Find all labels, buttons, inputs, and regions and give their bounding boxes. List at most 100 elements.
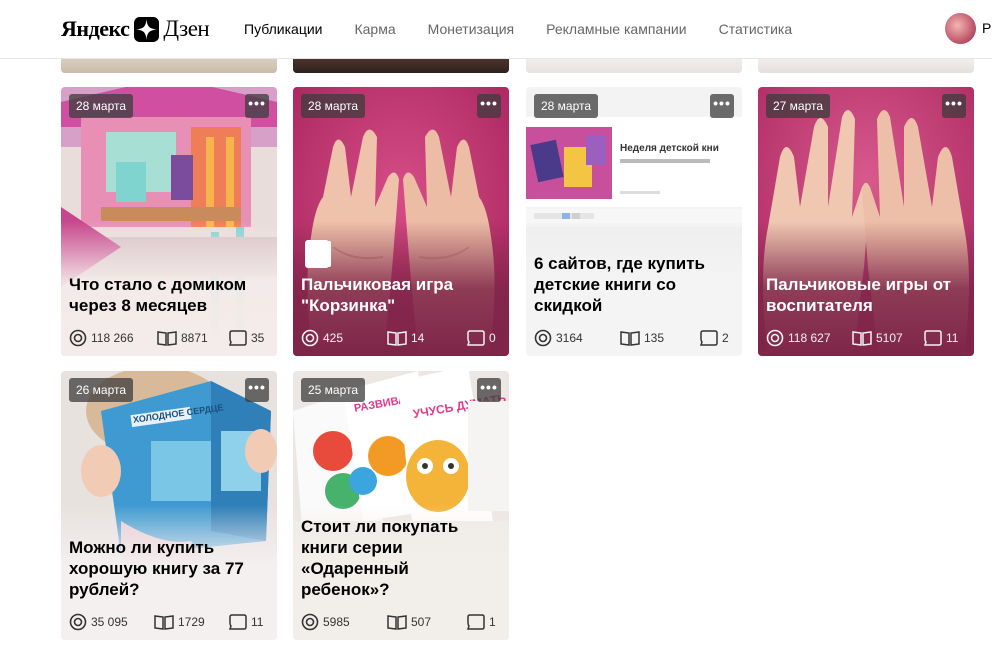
partial-card[interactable] bbox=[293, 59, 509, 73]
publish-date-badge: 25 марта bbox=[301, 378, 366, 402]
reads-count: 14 bbox=[411, 331, 425, 345]
reads-stat: 1729 bbox=[154, 614, 205, 630]
views-count: 3164 bbox=[556, 331, 583, 345]
publish-date-badge: 26 марта bbox=[69, 378, 134, 402]
card-stats: 118 627 5107 11 bbox=[766, 329, 966, 347]
card-stats: 425 14 0 bbox=[301, 329, 501, 347]
views-stat: 425 bbox=[301, 329, 343, 347]
book-icon bbox=[620, 331, 640, 346]
views-count: 35 095 bbox=[91, 615, 128, 629]
reads-stat: 8871 bbox=[157, 330, 208, 346]
reads-count: 135 bbox=[644, 331, 665, 345]
document-icon bbox=[305, 240, 329, 268]
publication-card[interactable]: Неделя детской кни 28 марта ••• 6 сайтов… bbox=[526, 87, 742, 356]
comment-icon bbox=[924, 330, 942, 346]
card-title[interactable]: Стоит ли покупать книги серии «Одаренный… bbox=[301, 516, 501, 600]
reads-stat: 507 bbox=[387, 614, 431, 630]
card-title[interactable]: Можно ли купить хорошую книгу за 77 рубл… bbox=[69, 537, 269, 600]
comments-stat: 11 bbox=[924, 330, 958, 346]
card-stats: 3164 135 2 bbox=[534, 329, 734, 347]
reads-count: 1729 bbox=[178, 615, 205, 629]
reads-stat: 135 bbox=[620, 330, 664, 346]
comment-icon bbox=[700, 330, 718, 346]
book-icon bbox=[387, 331, 407, 346]
more-menu-button[interactable]: ••• bbox=[942, 94, 966, 118]
views-icon bbox=[301, 329, 319, 347]
comment-icon bbox=[467, 614, 485, 630]
reads-stat: 5107 bbox=[852, 330, 903, 346]
reads-count: 8871 bbox=[181, 331, 208, 345]
publish-date-badge: 28 марта bbox=[301, 94, 366, 118]
card-title[interactable]: Пальчиковые игры от воспитателя bbox=[766, 274, 966, 316]
views-count: 118 266 bbox=[91, 331, 134, 345]
nav-karma[interactable]: Карма bbox=[354, 21, 395, 37]
card-title[interactable]: Пальчиковая игра "Корзинка" bbox=[301, 274, 501, 316]
comments-count: 0 bbox=[489, 331, 496, 345]
views-count: 425 bbox=[323, 331, 344, 345]
views-icon bbox=[534, 329, 552, 347]
zen-logo-icon bbox=[134, 16, 160, 42]
book-icon bbox=[154, 615, 174, 630]
views-stat: 118 266 bbox=[69, 329, 134, 347]
more-menu-button[interactable]: ••• bbox=[477, 94, 501, 118]
more-menu-button[interactable]: ••• bbox=[245, 378, 269, 402]
partial-card[interactable] bbox=[526, 59, 742, 73]
views-icon bbox=[69, 329, 87, 347]
publication-card[interactable]: 28 марта ••• Что стало с домиком через 8… bbox=[61, 87, 277, 356]
more-menu-button[interactable]: ••• bbox=[245, 94, 269, 118]
comments-stat: 0 bbox=[467, 330, 496, 346]
comments-count: 35 bbox=[251, 331, 265, 345]
card-title[interactable]: 6 сайтов, где купить детские книги со ск… bbox=[534, 253, 734, 316]
comments-count: 1 bbox=[489, 615, 496, 629]
views-stat: 35 095 bbox=[69, 613, 128, 631]
page: Яндекс Дзен Публикации Карма Монетизация… bbox=[0, 0, 992, 659]
reads-count: 507 bbox=[411, 615, 432, 629]
comments-stat: 35 bbox=[229, 330, 264, 346]
comments-stat: 11 bbox=[229, 614, 263, 630]
comment-icon bbox=[229, 614, 247, 630]
comment-icon bbox=[467, 330, 485, 346]
partial-card[interactable] bbox=[758, 59, 974, 73]
main-nav: Публикации Карма Монетизация Рекламные к… bbox=[244, 21, 824, 37]
publication-card[interactable]: 28 марта ••• Пальчиковая игра "Корзинка"… bbox=[293, 87, 509, 356]
nav-ad-campaigns[interactable]: Рекламные кампании bbox=[546, 21, 686, 37]
book-icon bbox=[852, 331, 872, 346]
views-count: 5985 bbox=[323, 615, 350, 629]
avatar[interactable] bbox=[945, 13, 976, 44]
publication-card[interactable]: 27 марта ••• Пальчиковые игры от воспита… bbox=[758, 87, 974, 356]
comments-stat: 1 bbox=[467, 614, 496, 630]
nav-monetization[interactable]: Монетизация bbox=[428, 21, 515, 37]
views-stat: 118 627 bbox=[766, 329, 831, 347]
partial-card[interactable] bbox=[61, 59, 277, 73]
book-icon bbox=[157, 331, 177, 346]
publication-card[interactable]: ХОЛОДНОЕ СЕРДЦЕ 26 марта ••• Можно ли ку… bbox=[61, 371, 277, 640]
logo-zen: Дзен bbox=[163, 16, 210, 41]
reads-stat: 14 bbox=[387, 330, 424, 346]
nav-publications[interactable]: Публикации bbox=[244, 21, 322, 37]
logo-yandex: Яндекс bbox=[61, 16, 130, 41]
comments-count: 11 bbox=[251, 615, 264, 629]
comment-icon bbox=[229, 330, 247, 346]
comments-count: 11 bbox=[946, 331, 959, 345]
publish-date-badge: 28 марта bbox=[69, 94, 134, 118]
views-icon bbox=[69, 613, 87, 631]
publication-card[interactable]: РАЗВИВАЕМ ЛОГИКУ УЧУСЬ ДУМАТЬ 25 марта •… bbox=[293, 371, 509, 640]
nav-statistics[interactable]: Статистика bbox=[719, 21, 793, 37]
book-icon bbox=[387, 615, 407, 630]
more-menu-button[interactable]: ••• bbox=[710, 94, 734, 118]
views-icon bbox=[301, 613, 319, 631]
comments-stat: 2 bbox=[700, 330, 729, 346]
publish-date-badge: 28 марта bbox=[534, 94, 599, 118]
more-menu-button[interactable]: ••• bbox=[477, 378, 501, 402]
card-title[interactable]: Что стало с домиком через 8 месяцев bbox=[69, 274, 269, 316]
user-name[interactable]: Р bbox=[982, 20, 991, 36]
banner-text: Неделя детской кни bbox=[620, 143, 719, 154]
logo[interactable]: Яндекс Дзен bbox=[61, 16, 210, 42]
card-stats: 118 266 8871 35 bbox=[69, 329, 269, 347]
reads-count: 5107 bbox=[876, 331, 903, 345]
views-stat: 5985 bbox=[301, 613, 350, 631]
card-stats: 5985 507 1 bbox=[301, 613, 501, 631]
card-stats: 35 095 1729 11 bbox=[69, 613, 269, 631]
top-header: Яндекс Дзен Публикации Карма Монетизация… bbox=[0, 0, 992, 59]
views-icon bbox=[766, 329, 784, 347]
